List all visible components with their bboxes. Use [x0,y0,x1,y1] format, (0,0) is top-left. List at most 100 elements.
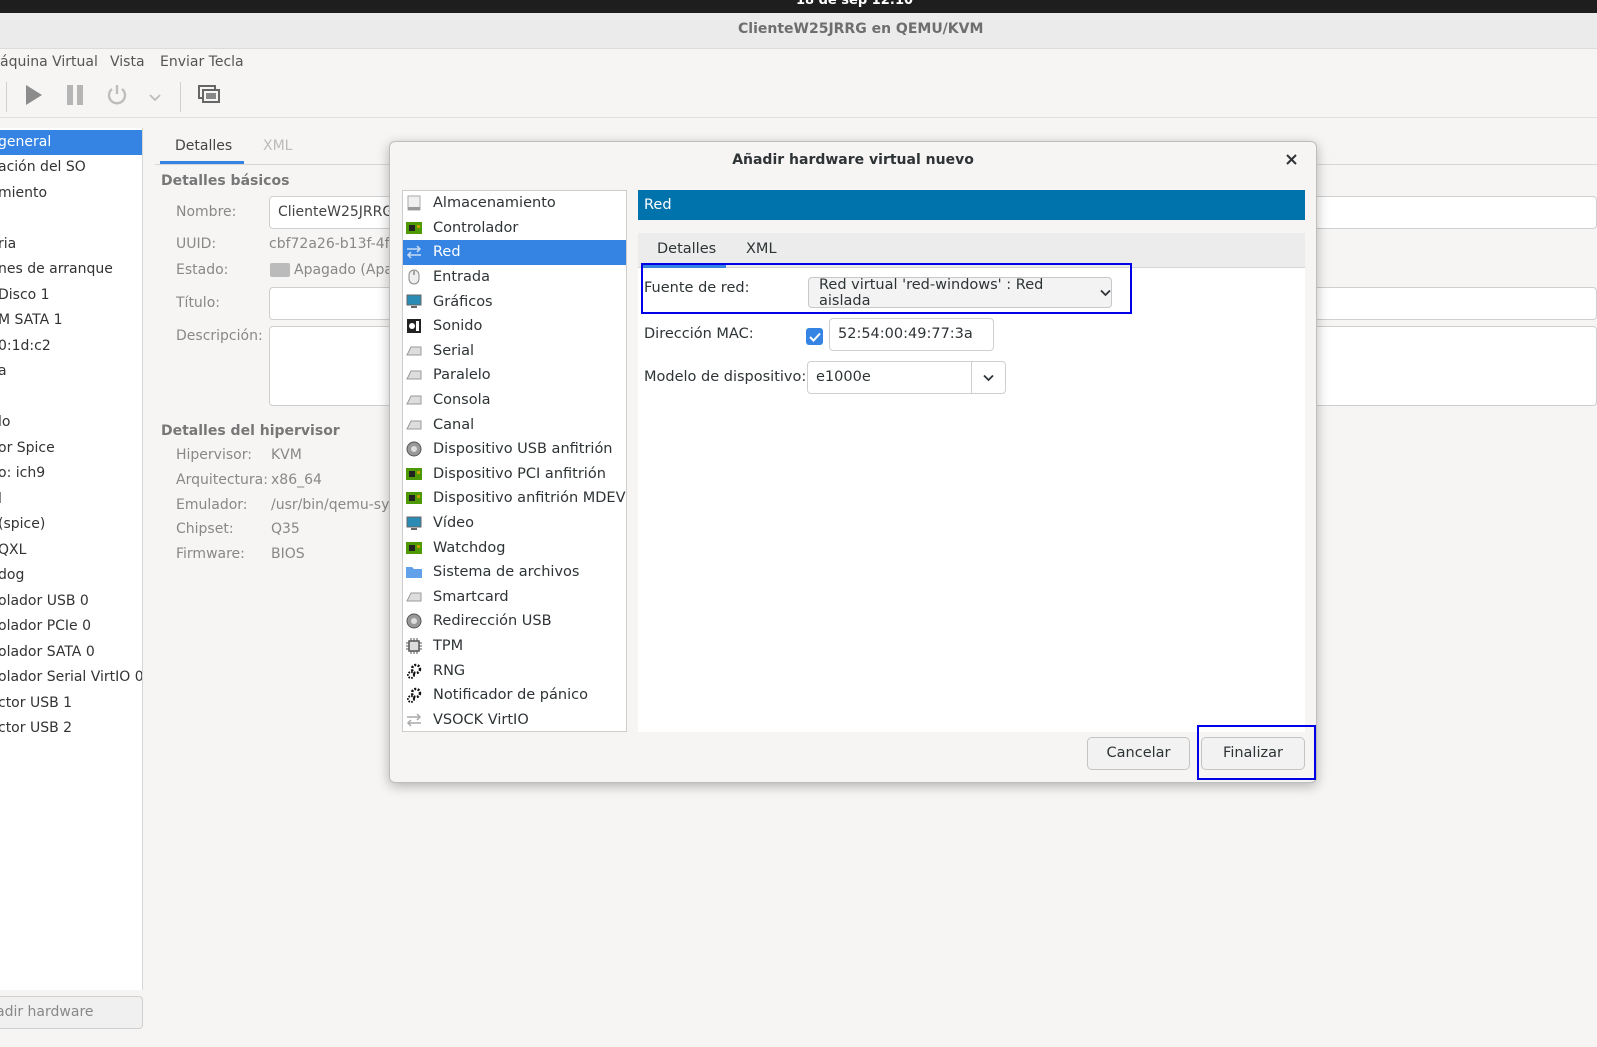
sidebar-item[interactable]: o: ich9 [0,461,142,486]
hw-item-label: Dispositivo anfitrión MDEV [433,490,626,507]
hw-item-label: Dispositivo PCI anfitrión [433,465,606,482]
hw-item-rng[interactable]: RNG [403,658,626,683]
sidebar-item[interactable]: Disco 1 [0,283,142,308]
hw-item-vsock[interactable]: VSOCK VirtIO [403,708,626,733]
device-model-label: Modelo de dispositivo: [644,369,807,385]
hw-item-sistema-archivos[interactable]: Sistema de archivos [403,560,626,585]
disk-icon [406,195,422,211]
panel-tab-xml[interactable]: XML [746,241,777,257]
shutdown-menu-button[interactable] [146,84,164,110]
sidebar-item[interactable]: nes de arranque [0,257,142,282]
hw-item-label: Vídeo [433,515,474,532]
menu-vista[interactable]: Vista [110,54,145,70]
hw-item-consola[interactable]: Consola [403,388,626,413]
hw-item-red[interactable]: Red [403,240,626,265]
menu-maquina-virtual[interactable]: áquina Virtual [0,54,98,70]
sidebar-item[interactable] [0,385,142,410]
hw-item-watchdog[interactable]: Watchdog [403,535,626,560]
mac-address-label: Dirección MAC: [644,326,754,342]
sidebar-item-label: dog [0,567,25,583]
sidebar-item[interactable]: miento [0,181,142,206]
hw-item-label: Almacenamiento [433,195,556,212]
sidebar-item-label: a [0,359,7,384]
hw-item-label: Notificador de pánico [433,687,588,704]
basic-details-header: Detalles básicos [161,173,290,189]
hw-item-label: Paralelo [433,367,491,384]
hw-item-serial[interactable]: Serial [403,339,626,364]
sidebar-item[interactable]: or Spice [0,436,142,461]
hw-item-label: Canal [433,416,475,433]
mac-address-checkbox[interactable] [806,328,823,345]
sidebar-item[interactable]: (spice) [0,512,142,537]
sidebar-item[interactable]: dog [0,563,142,588]
sidebar-item[interactable]: olador USB 0 [0,589,142,614]
tab-xml[interactable]: XML [263,138,292,154]
vsock-arrows-icon [406,712,422,728]
sidebar-item[interactable]: a [0,359,142,384]
sidebar-item[interactable]: general [0,130,142,155]
sidebar-item[interactable]: ación del SO [0,155,142,180]
run-button[interactable] [20,84,46,110]
hw-item-pci-anfitrion[interactable]: Dispositivo PCI anfitrión [403,462,626,487]
firmware-value: BIOS [271,546,305,562]
hw-item-label: Serial [433,342,475,359]
mac-address-input[interactable]: 52:54:00:49:77:3a [829,318,994,351]
hw-item-label: RNG [433,662,466,679]
sidebar-item[interactable]: ctor USB 1 [0,691,142,716]
hw-item-mdev[interactable]: Dispositivo anfitrión MDEV [403,486,626,511]
hw-item-video[interactable]: Vídeo [403,511,626,536]
pause-icon [65,84,85,110]
audio-icon [406,318,422,334]
sidebar-item[interactable]: l [0,487,142,512]
pci-icon [406,466,422,482]
hw-item-almacenamiento[interactable]: Almacenamiento [403,191,626,216]
chipset-value: Q35 [271,521,300,537]
cancel-button[interactable]: Cancelar [1087,737,1190,770]
sidebar-item[interactable] [0,206,142,231]
sidebar-item[interactable]: olador SATA 0 [0,640,142,665]
console-icon [406,392,422,408]
folder-icon [406,564,422,580]
sidebar-item-label: general [0,134,52,150]
shutdown-button[interactable] [104,84,130,110]
sidebar-item[interactable]: olador PCIe 0 [0,614,142,639]
hw-item-smartcard[interactable]: Smartcard [403,585,626,610]
pause-button[interactable] [62,84,88,110]
sidebar-item[interactable]: QXL [0,538,142,563]
sidebar-item[interactable]: M SATA 1 [0,308,142,333]
hw-item-label: Consola [433,392,491,409]
sidebar-item[interactable]: lo [0,410,142,435]
menu-enviar-tecla[interactable]: Enviar Tecla [160,54,244,70]
hw-item-label: VSOCK VirtIO [433,711,529,728]
chevron-down-icon [983,370,994,386]
panel-tab-detalles[interactable]: Detalles [657,241,716,257]
finish-button[interactable]: Finalizar [1201,737,1305,770]
hw-item-canal[interactable]: Canal [403,412,626,437]
hw-item-paralelo[interactable]: Paralelo [403,363,626,388]
hw-item-redireccion-usb[interactable]: Redirección USB [403,609,626,634]
tab-detalles[interactable]: Detalles [175,138,232,154]
hw-item-controlador[interactable]: Controlador [403,216,626,241]
device-model-dropdown-button[interactable] [971,362,1005,393]
add-hardware-button[interactable]: adir hardware [0,996,143,1029]
watchdog-icon [406,540,422,556]
hw-item-entrada[interactable]: Entrada [403,265,626,290]
sidebar-item[interactable]: ctor USB 2 [0,716,142,741]
sidebar-item[interactable]: olador Serial VirtIO 0 [0,665,142,690]
screens-icon [198,85,220,109]
close-button[interactable] [1282,151,1300,169]
device-model-combo[interactable]: e1000e [807,361,1006,394]
panel-title: Red [638,190,1305,220]
hw-item-notificador-panico[interactable]: Notificador de pánico [403,683,626,708]
hw-item-sonido[interactable]: Sonido [403,314,626,339]
network-source-dropdown[interactable]: Red virtual 'red-windows' : Red aislada [808,277,1112,309]
hw-item-graficos[interactable]: Gráficos [403,289,626,314]
hypervisor-details-header: Detalles del hipervisor [161,423,340,439]
sidebar-item[interactable]: ria [0,232,142,257]
hw-item-usb-anfitrion[interactable]: Dispositivo USB anfitrión [403,437,626,462]
sidebar-item-label: 0:1d:c2 [0,338,51,354]
hw-item-tpm[interactable]: TPM [403,634,626,659]
sidebar-item[interactable]: 0:1d:c2 [0,334,142,359]
monitor-icon [270,263,290,277]
snapshots-button[interactable] [196,84,222,110]
